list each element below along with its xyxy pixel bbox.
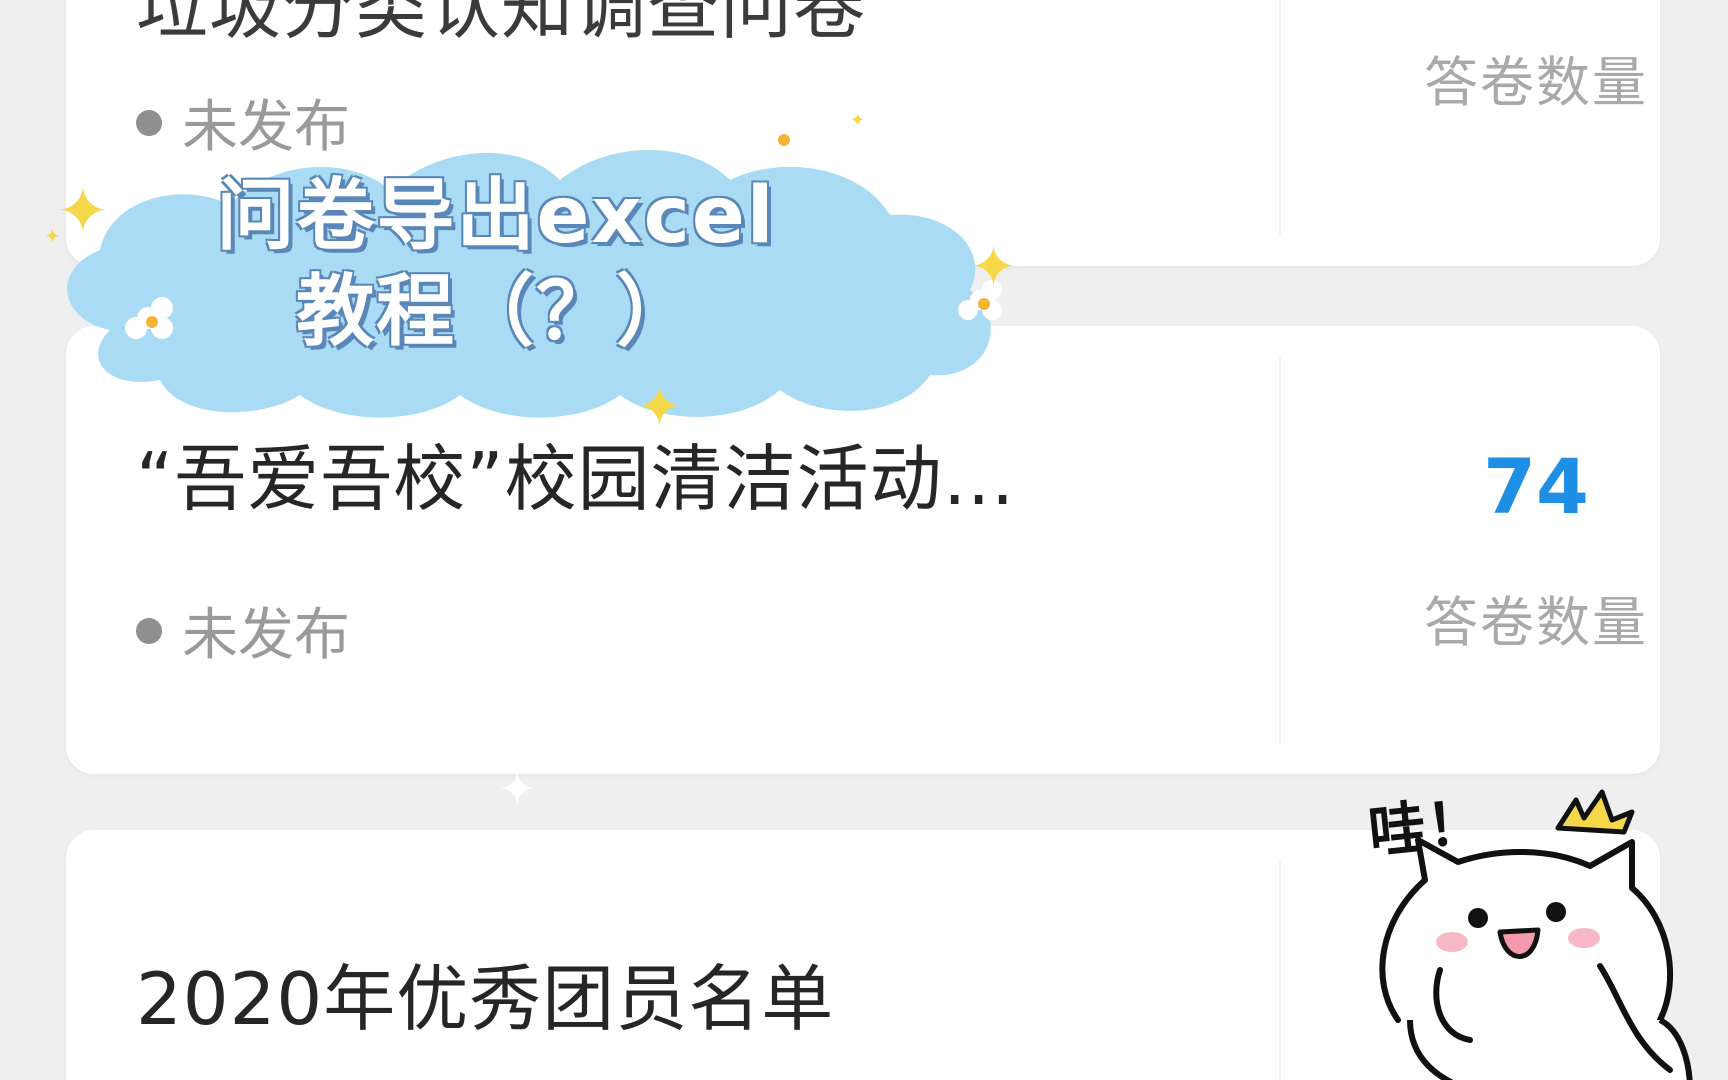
sparkle-icon: ✦: [56, 175, 110, 249]
cat-sticker-icon: [1379, 789, 1693, 1080]
survey-status: 未发布: [136, 590, 350, 671]
sparkle-icon: ✦: [636, 375, 683, 440]
sticker-title-line2: 教程（？）: [295, 267, 696, 357]
card-divider: [1279, 356, 1281, 744]
response-count-label: 答卷数量: [1424, 51, 1648, 114]
status-dot-icon: [136, 617, 162, 644]
survey-status-label: 未发布: [182, 603, 350, 668]
sticker-title-line1: 问卷导出excel: [216, 171, 776, 261]
response-count-label: 答卷数量: [1424, 591, 1648, 654]
sticker-title: 问卷导出excel 教程（？）: [46, 168, 946, 360]
card-divider: [1279, 0, 1281, 236]
sparkle-icon: ✦: [44, 224, 61, 248]
sparkle-icon: ✦: [498, 762, 537, 816]
sparkle-icon: ✦: [850, 110, 866, 131]
response-count: 74: [1483, 442, 1589, 531]
survey-title: 2020年优秀团员名单: [136, 957, 835, 1041]
sparkle-icon: ✦: [970, 235, 1017, 300]
survey-title: 垃圾分类认知调查问卷: [136, 0, 867, 49]
response-count: 32: [1426, 0, 1646, 13]
card-divider: [1279, 860, 1281, 1080]
survey-title: “吾爱吾校”校园清洁活动…: [136, 437, 1016, 521]
screen: 垃圾分类认知调查问卷 未发布 32 答卷数量 “吾爱吾校”校园清洁活动… 未发布…: [0, 0, 1728, 1080]
